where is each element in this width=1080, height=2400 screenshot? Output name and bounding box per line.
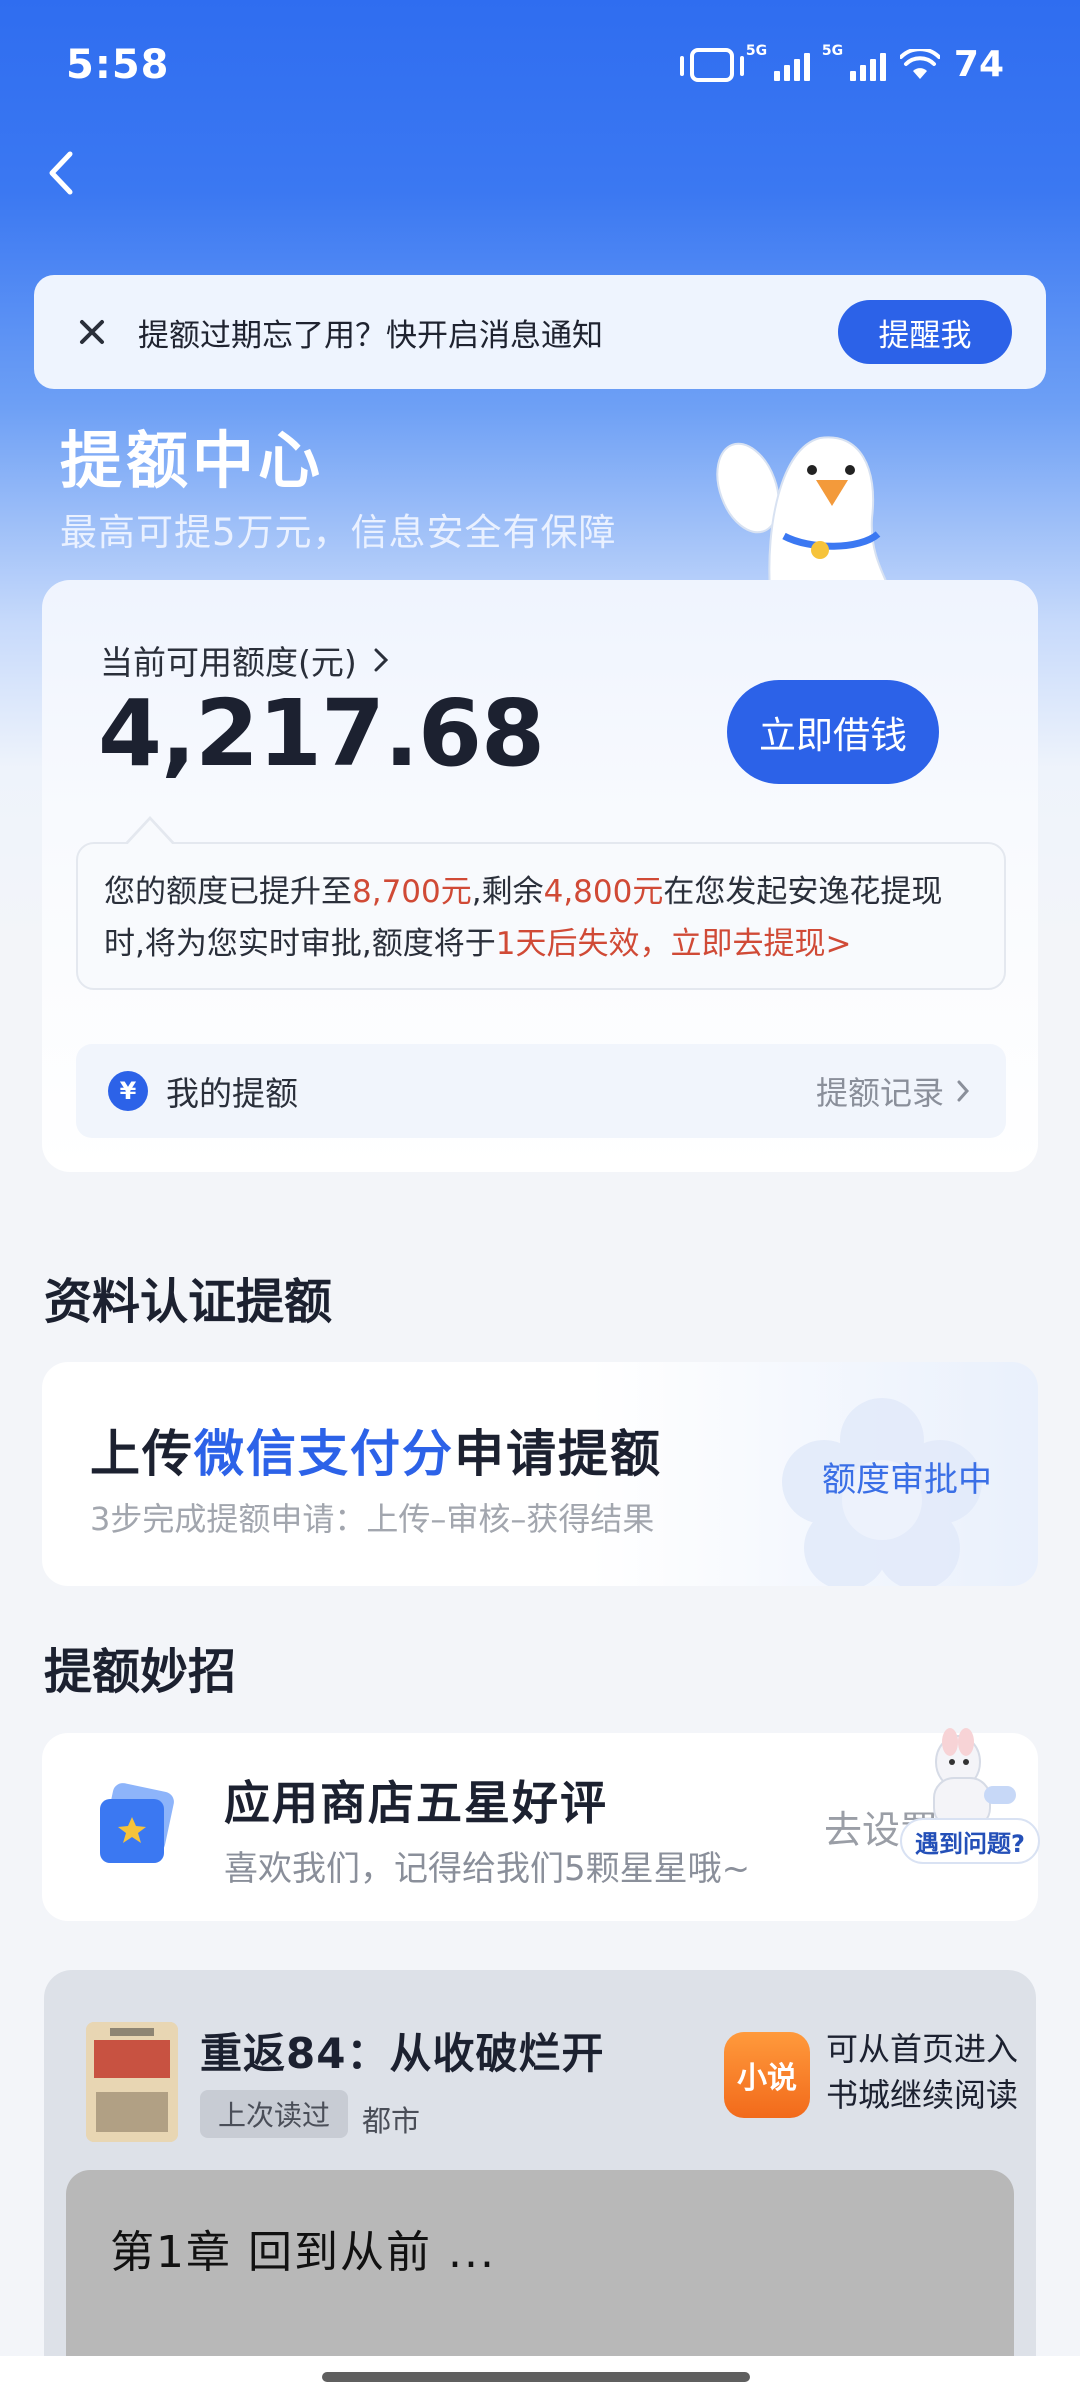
remaining-limit-value: 4,800元	[543, 874, 664, 910]
borrow-now-button[interactable]: 立即借钱	[727, 680, 939, 784]
yen-icon: ¥	[108, 1071, 148, 1111]
my-limit-row[interactable]: ¥ 我的提额 提额记录	[76, 1044, 1006, 1138]
section-title-tips: 提额妙招	[44, 1644, 237, 1700]
my-limit-label: 我的提额	[166, 1074, 298, 1113]
wechat-score-upload-card[interactable]: 上传微信支付分申请提额 3步完成提额申请：上传–审核–获得结果 额度审批中	[42, 1362, 1038, 1586]
novel-reading-card[interactable]: 重返84：从收破烂开 上次读过 都市 小说 可从首页进入 书城继续阅读 第1章 …	[44, 1970, 1036, 2370]
signal-icon-2: 5G	[822, 43, 886, 81]
withdraw-now-link[interactable]: 1天后失效，立即去提现>	[496, 926, 852, 962]
battery-level: 74	[953, 44, 1004, 85]
novel-app-icon[interactable]: 小说	[724, 2032, 810, 2118]
rating-subtitle: 喜欢我们，记得给我们5颗星星哦~	[224, 1849, 751, 1889]
novel-genre: 都市	[362, 2104, 421, 2138]
home-indicator[interactable]	[322, 2372, 750, 2382]
remind-me-button[interactable]: 提醒我	[838, 300, 1012, 364]
section-title-certification: 资料认证提额	[44, 1274, 333, 1330]
upload-subtitle: 3步完成提额申请：上传–审核–获得结果	[90, 1500, 655, 1538]
notification-text: 提额过期忘了用？快开启消息通知	[138, 317, 603, 354]
status-time: 5:58	[66, 42, 170, 88]
book-cover-art-icon	[86, 2022, 178, 2142]
page-title: 提额中心	[60, 424, 325, 497]
page-subtitle: 最高可提5万元，信息安全有保障	[60, 511, 617, 554]
chapter-preview[interactable]: 第1章 回到从前 ...	[66, 2170, 1014, 2370]
rating-title: 应用商店五星好评	[224, 1776, 608, 1830]
status-icons: 5G 5G 74	[679, 43, 1004, 85]
available-credit-label[interactable]: 当前可用额度(元)	[100, 636, 389, 684]
last-read-tag: 上次读过	[200, 2090, 349, 2138]
wechat-pay-score-highlight: 微信支付分	[194, 1425, 454, 1483]
continue-reading-note: 可从首页进入 书城继续阅读	[826, 2030, 1019, 2114]
close-icon[interactable]	[76, 316, 108, 348]
notification-banner: 提额过期忘了用？快开启消息通知 提醒我	[34, 275, 1046, 389]
raised-limit-value: 8,700元	[352, 874, 472, 910]
wifi-icon	[899, 48, 940, 79]
book-cover-image	[86, 2022, 178, 2142]
upload-title: 上传微信支付分申请提额	[90, 1425, 662, 1483]
credit-tip-box[interactable]: 您的额度已提升至8,700元,剩余4,800元在您发起安逸花提现时,将为您实时审…	[76, 842, 1006, 990]
novel-title: 重返84：从收破烂开	[200, 2029, 605, 2078]
credit-card: 当前可用额度(元) 4,217.68 立即借钱 您的额度已提升至8,700元,剩…	[42, 580, 1038, 1172]
limit-history-link[interactable]: 提额记录	[816, 1068, 970, 1114]
tip-pointer-inner	[126, 820, 174, 846]
chevron-right-icon	[374, 648, 388, 672]
signal-icon: 5G	[746, 43, 810, 81]
goose-mascot-icon	[716, 436, 892, 590]
star-ticket-icon	[100, 1783, 174, 1863]
approval-status[interactable]: 额度审批中	[822, 1452, 992, 1501]
back-arrow-icon[interactable]	[40, 148, 84, 198]
chapter-title: 第1章 回到从前 ...	[110, 2227, 496, 2278]
chevron-right-icon	[957, 1080, 970, 1102]
help-button[interactable]: 遇到问题?	[900, 1818, 1040, 1864]
available-credit-amount: 4,217.68	[98, 680, 545, 787]
vibrate-icon	[679, 47, 744, 82]
